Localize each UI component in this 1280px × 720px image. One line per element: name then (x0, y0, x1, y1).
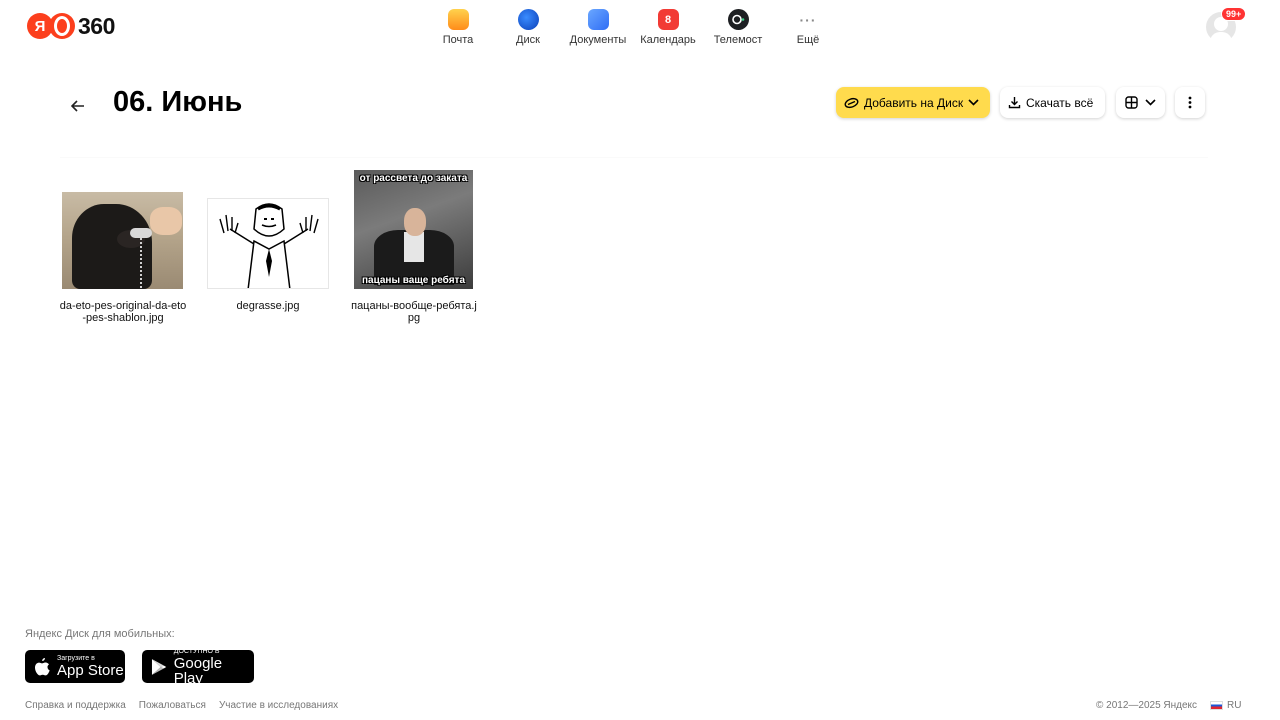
file-name: degrasse.jpg (236, 300, 300, 312)
file-thumbnail-pacany: от рассвета до заката пацаны ваще ребята (354, 170, 473, 289)
service-label: Телемост (713, 34, 763, 46)
service-label: Ещё (796, 34, 820, 46)
google-play-button[interactable]: ДОСТУПНО В Google Play (142, 648, 254, 686)
download-icon (1008, 97, 1021, 109)
download-all-label: Скачать всё (1026, 95, 1094, 110)
services-bar: Почта Диск Документы 8 Календарь Телемос… (423, 9, 843, 46)
file-name: da-eto-pes-original-da-eto-pes-shablon.j… (59, 300, 187, 324)
google-play-big-label: Google Play (173, 654, 223, 687)
documents-icon (587, 9, 609, 30)
shirt-shape (404, 232, 424, 262)
language-label: RU (1227, 700, 1242, 711)
language-switcher[interactable]: RU (1210, 700, 1241, 711)
man-head-shape (404, 208, 426, 236)
logo-text: 360 (78, 12, 115, 39)
hand-shape (150, 207, 182, 235)
file-item[interactable]: от рассвета до заката пацаны ваще ребята… (349, 170, 479, 330)
meme-caption-top: от рассвета до заката (359, 173, 468, 184)
app-store-big-label: App Store (57, 662, 124, 679)
add-to-disk-label: Добавить на Диск (864, 95, 964, 110)
arrow-left-icon (71, 100, 84, 112)
service-label: Почта (442, 34, 474, 46)
yandex-360-logo[interactable]: Я 360 (27, 13, 115, 39)
mobile-apps-label: Яндекс Диск для мобильных: (25, 628, 175, 640)
app-store-button[interactable]: Загрузите в App Store (25, 650, 125, 683)
kebab-menu-icon (1188, 96, 1192, 109)
phone-shape (130, 228, 152, 238)
back-button[interactable] (66, 94, 90, 118)
app-store-text: Загрузите в App Store (57, 655, 124, 678)
service-label: Документы (569, 34, 627, 46)
google-play-text: ДОСТУПНО В Google Play (174, 648, 254, 686)
disk-add-icon (844, 97, 859, 108)
calendar-icon: 8 (657, 9, 679, 30)
service-telemost[interactable]: Телемост (703, 9, 773, 46)
file-thumbnail-degrasse (207, 198, 329, 289)
chevron-down-icon (968, 99, 979, 106)
footer-links: Справка и поддержка Пожаловаться Участие… (25, 700, 351, 711)
user-avatar[interactable]: 99+ (1206, 7, 1247, 42)
mail-icon (447, 9, 469, 30)
view-mode-button[interactable] (1116, 87, 1165, 118)
grid-view-icon (1125, 96, 1138, 109)
service-label: Диск (516, 34, 540, 46)
more-icon: ··· (799, 11, 817, 28)
meme-drawing-icon (219, 203, 319, 288)
download-all-button[interactable]: Скачать всё (1000, 87, 1105, 118)
service-label: Календарь (640, 34, 696, 46)
page-title: 06. Июнь (113, 86, 243, 118)
russia-flag-icon (1210, 701, 1223, 710)
footer-link-support[interactable]: Справка и поддержка (25, 700, 126, 711)
service-calendar[interactable]: 8 Календарь (633, 9, 703, 46)
notifications-badge: 99+ (1221, 7, 1247, 21)
apple-icon (35, 658, 50, 676)
file-thumbnail-dog (62, 192, 183, 289)
footer-link-research[interactable]: Участие в исследованиях (219, 700, 338, 711)
service-disk[interactable]: Диск (493, 9, 563, 46)
file-item[interactable]: degrasse.jpg (203, 170, 333, 330)
phone-cord-shape (140, 238, 146, 288)
divider (60, 157, 1208, 158)
telemost-icon (727, 9, 749, 30)
add-to-disk-button[interactable]: Добавить на Диск (836, 87, 990, 118)
service-more[interactable]: ··· Ещё (773, 9, 843, 47)
avatar-body-shape (1210, 32, 1232, 42)
file-item[interactable]: da-eto-pes-original-da-eto-pes-shablon.j… (58, 170, 188, 330)
google-play-icon (151, 658, 167, 675)
360-logo-icon (49, 13, 75, 39)
copyright: © 2012—2025 Яндекс (1096, 700, 1198, 711)
footer-link-report[interactable]: Пожаловаться (139, 700, 206, 711)
service-mail[interactable]: Почта (423, 9, 493, 46)
chevron-down-icon (1145, 99, 1156, 106)
more-actions-button[interactable] (1175, 87, 1205, 118)
service-documents[interactable]: Документы (563, 9, 633, 46)
file-name: пацаны-вообще-ребята.jpg (351, 300, 477, 324)
disk-icon (517, 9, 539, 30)
meme-caption-bottom: пацаны ваще ребята (361, 275, 466, 286)
